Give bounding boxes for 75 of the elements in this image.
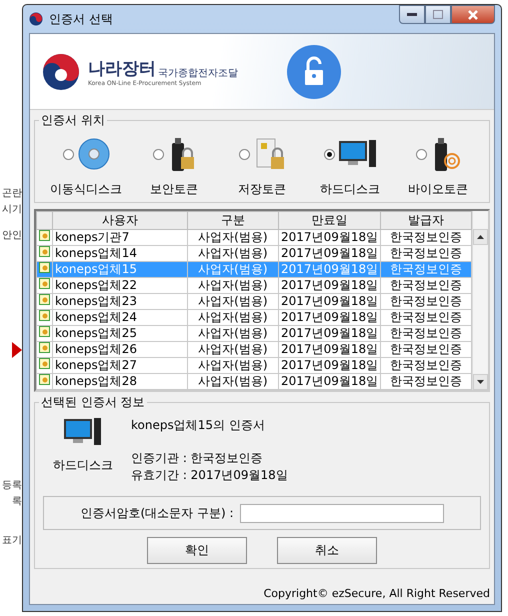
password-field[interactable] <box>240 504 444 522</box>
scrollbar[interactable] <box>472 211 488 390</box>
radio-button[interactable] <box>152 148 164 160</box>
background-text: 표기 <box>2 534 22 547</box>
table-row[interactable]: koneps업체25 사업자(범용) 2017년09월18일 한국정보인증 <box>36 326 472 342</box>
disc-icon <box>78 138 110 170</box>
emblem-logo-icon <box>42 52 80 90</box>
option-label: 바이오토큰 <box>408 181 468 198</box>
cancel-button[interactable]: 취소 <box>277 537 377 564</box>
close-icon <box>468 10 478 20</box>
scroll-down-icon <box>477 380 484 384</box>
table-row[interactable]: koneps업체26 사업자(범용) 2017년09월18일 한국정보인증 <box>36 342 472 358</box>
radio-button[interactable] <box>416 148 426 160</box>
radio-button[interactable] <box>62 148 74 160</box>
table-cell: 사업자(범용) <box>187 374 279 390</box>
certificate-icon <box>39 358 50 369</box>
column-header[interactable]: 발급자 <box>380 212 472 230</box>
certificate-icon <box>39 294 50 305</box>
table-row[interactable]: koneps업체14 사업자(범용) 2017년09월18일 한국정보인증 <box>36 246 472 262</box>
certificate-icon <box>39 246 50 257</box>
table-row[interactable]: koneps업체28 사업자(범용) 2017년09월18일 한국정보인증 <box>36 374 472 390</box>
background-text: 록 <box>12 495 22 508</box>
unlock-icon <box>286 44 342 100</box>
table-cell: 2017년09월18일 <box>278 374 381 390</box>
certificate-icon <box>39 310 50 321</box>
background-text: 시기 <box>2 203 22 216</box>
table-cell: 한국정보인증 <box>380 374 472 390</box>
certificate-icon <box>39 262 50 273</box>
certificate-icon <box>39 326 50 337</box>
logo-subtitle: 국가종합전자조달 <box>158 66 238 80</box>
background-text: 곤란 <box>2 187 22 200</box>
computer-icon <box>64 417 102 447</box>
radio-button[interactable] <box>238 148 250 160</box>
window-title: 인증서 선택 <box>49 10 113 28</box>
maximize-icon <box>433 10 443 19</box>
option-label: 저장토큰 <box>238 181 286 198</box>
scroll-up-icon <box>477 235 484 239</box>
emblem-icon <box>29 12 43 26</box>
column-header[interactable]: 만료일 <box>278 212 381 230</box>
table-row[interactable]: koneps업체23 사업자(범용) 2017년09월18일 한국정보인증 <box>36 294 472 310</box>
confirm-button[interactable]: 확인 <box>147 537 247 564</box>
certificate-icon <box>39 374 50 385</box>
maximize-button[interactable] <box>425 5 451 24</box>
arrow-icon <box>12 342 22 358</box>
option-label: 하드디스크 <box>320 181 380 198</box>
column-header[interactable]: 구분 <box>187 212 279 230</box>
validity-text: 유효기간 : 2017년09월18일 <box>131 467 288 484</box>
option-label: 이동식디스크 <box>50 181 122 198</box>
header-cell <box>36 212 52 230</box>
computer-icon <box>338 139 376 169</box>
background-text: 등록 <box>2 479 22 492</box>
close-button[interactable] <box>451 5 495 24</box>
password-label: 인증서암호(대소문자 구분) : <box>80 504 234 522</box>
radio-button[interactable] <box>324 148 334 160</box>
card-lock-icon <box>254 137 286 171</box>
certificate-icon <box>39 342 50 353</box>
certificate-icon <box>39 278 50 289</box>
certificate-icon <box>39 230 50 241</box>
copyright-text: Copyright© ezSecure, All Right Reserved <box>264 587 490 600</box>
column-header[interactable]: 사용자 <box>52 212 188 230</box>
logo-text: 나라장터 <box>88 58 156 80</box>
table-row[interactable]: koneps기관7 사업자(범용) 2017년09월18일 한국정보인증 <box>36 230 472 246</box>
minimize-button[interactable] <box>399 5 425 24</box>
device-label: 하드디스크 <box>53 457 113 474</box>
group-title: 인증서 위치 <box>40 112 106 129</box>
table-row[interactable]: koneps업체24 사업자(범용) 2017년09월18일 한국정보인증 <box>36 310 472 326</box>
certificate-name: koneps업체15의 인증서 <box>131 417 266 434</box>
group-title: 선택된 인증서 정보 <box>40 394 146 411</box>
minimize-icon <box>407 12 417 16</box>
table-row[interactable]: koneps업체22 사업자(범용) 2017년09월18일 한국정보인증 <box>36 278 472 294</box>
table-cell: koneps업체28 <box>52 374 188 390</box>
background-text: 안인 <box>2 229 22 242</box>
option-label: 보안토큰 <box>150 181 198 198</box>
issuer-text: 인증기관 : 한국정보인증 <box>131 450 264 467</box>
table-row[interactable]: koneps업체27 사업자(범용) 2017년09월18일 한국정보인증 <box>36 358 472 374</box>
